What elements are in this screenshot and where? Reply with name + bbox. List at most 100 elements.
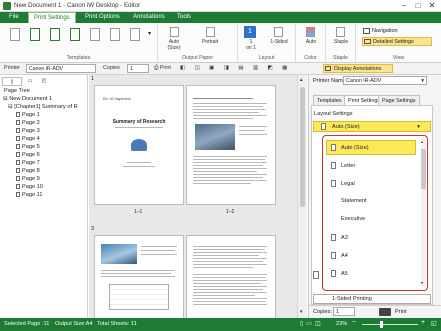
tree-tab-3[interactable]: ◰: [37, 77, 51, 86]
staple-button[interactable]: Staple: [328, 39, 354, 45]
scroll-down-icon[interactable]: ▾: [300, 309, 303, 315]
tab-page-settings[interactable]: Page Settings: [378, 95, 420, 105]
printer-name-select[interactable]: Canon iR-ADV ▾: [343, 76, 427, 85]
tree-page-1[interactable]: Page 1: [16, 112, 40, 120]
template-thumb-2[interactable]: [30, 28, 40, 41]
tree-tab-2[interactable]: ▭: [23, 77, 37, 86]
page-thumbnail-1-1[interactable]: Re: 40 Inspection Summary of Research: [94, 85, 184, 205]
template-thumb-5[interactable]: [90, 28, 100, 41]
copies-input[interactable]: 1: [127, 64, 149, 73]
navigation-button[interactable]: Navigation: [362, 27, 397, 36]
template-thumb-4[interactable]: [70, 28, 80, 41]
one-sided-button[interactable]: 1-Sided: [266, 39, 292, 45]
tree-page-9[interactable]: Page 9: [16, 176, 40, 184]
template-thumb-6[interactable]: [110, 28, 120, 41]
pane-print-button[interactable]: Print: [377, 307, 427, 317]
templates-group: ▾ Templates: [0, 24, 158, 62]
tree-page-7[interactable]: Page 7: [16, 160, 40, 168]
color-label: Color: [304, 55, 317, 61]
tab-print-options[interactable]: Print Options: [80, 12, 125, 23]
toolbar-print-button[interactable]: ⎙ Print: [154, 65, 171, 72]
size-option-a4[interactable]: A4: [331, 252, 421, 263]
company-logo: [131, 139, 147, 151]
toolbar-icons[interactable]: ◧ ◫ ▣ ◨ ▤ ▥ ◩ ▦: [180, 65, 291, 71]
sided-printing-select[interactable]: 1-Sided Printing: [313, 294, 431, 304]
scroll-up-icon[interactable]: ▴: [300, 77, 303, 83]
tree-root-label: New Document 1: [9, 96, 53, 102]
tree-page-10[interactable]: Page 10: [16, 184, 43, 192]
navigation-label: Navigation: [372, 28, 398, 34]
tree-chapter[interactable]: ⊟ [Chapter1] Summary of R: [8, 104, 78, 112]
layout-group: 1 1 on 1 1-Sided Layout: [238, 24, 296, 62]
scroll-thumb[interactable]: [300, 87, 305, 207]
page-thumbnail-1-2[interactable]: [186, 85, 276, 205]
page-thumbnail-2-2[interactable]: [186, 235, 276, 318]
color-group: Auto Color: [296, 24, 326, 62]
fit-page-icon[interactable]: ◱: [431, 320, 437, 327]
print-toolbar: Printer Canon iR-ADV Copies 1 ⎙ Print ◧ …: [0, 63, 441, 75]
tree-page-2[interactable]: Page 2: [16, 120, 40, 128]
size-option-auto[interactable]: Auto (Size): [331, 144, 421, 155]
tab-annotations[interactable]: Annotations: [128, 12, 170, 23]
output-paper-group: Auto (Size) Portrait Output Paper: [158, 24, 238, 62]
tree-page-6[interactable]: Page 6: [16, 152, 40, 160]
sided-icon-left: [313, 271, 319, 279]
printer-select[interactable]: Canon iR-ADV: [26, 64, 96, 73]
size-option-legal[interactable]: Legal: [331, 180, 421, 191]
size-option-a3[interactable]: A3: [331, 234, 421, 245]
preview-scrollbar[interactable]: ▴ ▾: [297, 75, 307, 318]
total-sheets-status: Total Sheets: 11: [97, 321, 137, 327]
template-thumb-7[interactable]: [130, 28, 140, 41]
ribbon: ▾ Templates Auto (Size) Portrait Output …: [0, 23, 441, 63]
size-option-a5[interactable]: A5: [331, 270, 421, 281]
tree-page-11[interactable]: Page 11: [16, 192, 42, 200]
zoom-slider[interactable]: [362, 324, 418, 325]
paper-size-select[interactable]: Auto (Size) ▾: [313, 121, 431, 132]
close-icon[interactable]: ✕: [425, 0, 439, 11]
zoom-in-icon[interactable]: +: [421, 319, 425, 326]
dropdown-scroll-thumb[interactable]: [421, 149, 426, 189]
zoom-slider-thumb[interactable]: [380, 321, 383, 328]
scroll-up-icon[interactable]: ▴: [421, 139, 423, 144]
layout-settings-label: Layout Settings: [314, 111, 353, 117]
title-bar: New Document 1 - Canon iW Desktop - Edit…: [0, 0, 441, 12]
view-mode-icons[interactable]: ▯▭◫: [300, 320, 324, 327]
size-option-executive[interactable]: Executive: [331, 216, 421, 227]
tab-file[interactable]: File: [4, 12, 24, 23]
page-label-1-1: 1–1: [134, 209, 143, 215]
selected-page-status: Selected Page :11: [4, 321, 50, 327]
dropdown-scrollbar[interactable]: ▴ ▾: [421, 139, 426, 287]
template-thumb-1[interactable]: [10, 28, 20, 41]
page-thumbnail-2-1[interactable]: [94, 235, 184, 318]
pane-copies-label: Copies:: [313, 309, 332, 315]
tree-tab-1[interactable]: ▯: [2, 77, 22, 86]
template-thumb-3[interactable]: [50, 28, 60, 41]
detailed-settings-button[interactable]: Detailed Settings: [362, 37, 432, 46]
display-annotations-button[interactable]: Display Annotations: [323, 64, 393, 73]
pane-copies-input[interactable]: 1: [333, 307, 355, 316]
tab-print-settings[interactable]: Print Settings: [28, 12, 76, 23]
portrait-button[interactable]: Portrait: [198, 39, 222, 45]
minimize-icon[interactable]: –: [397, 0, 411, 11]
color-auto-button[interactable]: Auto: [298, 39, 324, 45]
size-option-letter[interactable]: Letter: [331, 162, 421, 173]
auto-size-button[interactable]: Auto (Size): [163, 39, 185, 51]
templates-more-icon[interactable]: ▾: [148, 30, 151, 37]
tab-templates[interactable]: Templates: [313, 95, 346, 105]
zoom-out-icon[interactable]: −: [352, 319, 356, 326]
tree-root[interactable]: ⊟ New Document 1: [3, 96, 52, 104]
window-title: New Document 1 - Canon iW Desktop - Edit…: [14, 2, 141, 9]
portrait-icon: [206, 27, 215, 37]
sided-printing-value: 1-Sided Printing: [332, 296, 372, 302]
detailed-settings-icon: [364, 39, 371, 44]
maximize-icon[interactable]: □: [411, 0, 425, 11]
tree-page-4[interactable]: Page 4: [16, 136, 40, 144]
one-on-one-button[interactable]: 1 on 1: [240, 39, 262, 51]
tab-tools[interactable]: Tools: [172, 12, 196, 23]
scroll-down-icon[interactable]: ▾: [421, 280, 423, 285]
printer-name-value: Canon iR-ADV: [346, 78, 382, 84]
size-option-statement[interactable]: Statement: [331, 198, 421, 209]
tree-page-8[interactable]: Page 8: [16, 168, 40, 176]
tree-page-5[interactable]: Page 5: [16, 144, 40, 152]
tree-page-3[interactable]: Page 3: [16, 128, 40, 136]
